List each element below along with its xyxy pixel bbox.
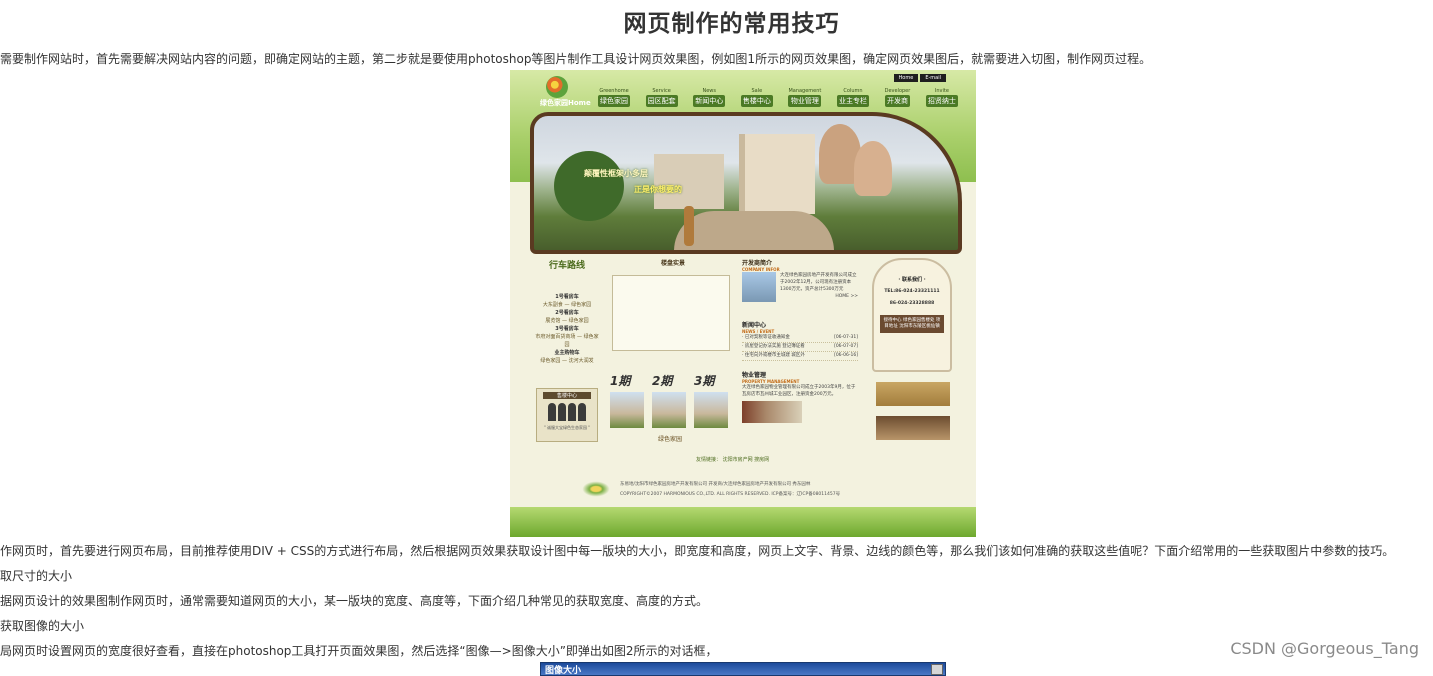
paragraph-intro: 当需要制作网站时，首先需要解决网站内容的问题，即确定网站的主题，第二步就是要使用… bbox=[0, 52, 1152, 66]
news-center: 新闻中心 NEWS / EVENT · 已对契税等证收通知金 [06-07-31]… bbox=[742, 320, 858, 361]
article-title: 网页制作的常用技巧 bbox=[623, 11, 840, 37]
route-heading: 行车路线 bbox=[548, 261, 585, 271]
figure-2-image-size-dialog: 图像大小 bbox=[540, 662, 946, 676]
route-line: 1号看房车 bbox=[555, 294, 579, 300]
phase-thumb: 2期 bbox=[652, 372, 688, 428]
deer-statue bbox=[684, 206, 694, 246]
footer-logo-icon bbox=[580, 480, 612, 498]
news-item: · 房屋登记办法实施 登记簿证看 [06-07-07] bbox=[742, 343, 858, 352]
phase-thumbnails: 1期 2期 3期 bbox=[610, 372, 730, 428]
mockup-nav-item: Invite 招贤纳士 bbox=[925, 88, 958, 107]
property-management: 物业管理 PROPERTY MANAGEMENT 大连绿色家园物业管理有限公司成… bbox=[742, 370, 858, 423]
real-scene-placeholder bbox=[612, 275, 730, 351]
paragraph-layout: 制作网页时，首先要进行网页布局，目前推荐使用DIV + CSS的方式进行布局，然… bbox=[0, 544, 1395, 558]
route-line: 3号看房车 bbox=[555, 326, 579, 332]
contact-heading: · 联系我们 · bbox=[898, 277, 926, 283]
banner-path bbox=[674, 211, 834, 250]
contact-address: 接待中心 绿色家园售楼处 项目地址 沈阳市东陵区桃仙镇 bbox=[880, 315, 944, 333]
contact-box: · 联系我们 · TEL:86-024-23321111 86-024-2332… bbox=[872, 258, 952, 372]
property-text: 大连绿色家园物业管理有限公司成立于2003年9月，位于瓦房店市瓦州城工业园区，注… bbox=[742, 385, 856, 397]
banner-building bbox=[739, 134, 815, 214]
contact-tel: TEL:86-024-23321111 bbox=[884, 289, 940, 294]
banner-person bbox=[854, 141, 892, 196]
mockup-route-column: 行车路线 1号看房车 大东副食 — 绿色家园 2号看房车 展览馆 — 绿色家园 … bbox=[534, 258, 600, 365]
route-line: 绿色家园 — 沈河大润发 bbox=[540, 358, 594, 364]
news-heading: 新闻中心 bbox=[742, 322, 767, 329]
mockup-banner-button bbox=[876, 382, 950, 406]
property-photo bbox=[742, 401, 802, 423]
watermark: CSDN @Gorgeous_Tang bbox=[1230, 639, 1419, 658]
mockup-nav-item: Greenhome 绿色家园 bbox=[598, 88, 630, 107]
paragraph-image-size: 布局网页时设置网页的宽度很好查看，直接在photoshop工具打开页面效果图，然… bbox=[0, 644, 718, 658]
property-heading: 物业管理 bbox=[742, 372, 767, 379]
contact-tel: 86-024-23328888 bbox=[889, 301, 935, 306]
contact-column: · 联系我们 · TEL:86-024-23321111 86-024-2332… bbox=[872, 258, 952, 372]
company-info: 开发商简介 COMPANY INFOR 大连绿色家园房地产开发有限公司成立于20… bbox=[742, 258, 858, 302]
mockup-email-link: E-mail bbox=[920, 74, 946, 82]
sales-center-card: 售楼中心 " 诚服大宝绿色生态家园 " bbox=[536, 388, 598, 442]
mockup-nav-item: Service 园区配套 bbox=[645, 88, 678, 107]
news-item: · 已对契税等证收通知金 [06-07-31] bbox=[742, 334, 858, 343]
banner-building bbox=[654, 154, 724, 209]
paragraph-size: 根据网页设计的效果图制作网页时，通常需要知道网页的大小，某一版块的宽度、高度等，… bbox=[0, 594, 709, 608]
mockup-nav-item: Developer 开发商 bbox=[884, 88, 911, 107]
mockup-grass-footer bbox=[510, 507, 976, 537]
phase-thumb: 1期 bbox=[610, 372, 646, 428]
friend-links: 友情链接： 沈阳市房产网 搜房网 bbox=[696, 457, 770, 463]
route-line: 展览馆 — 绿色家园 bbox=[545, 318, 589, 324]
mockup-nav-item: News 新闻中心 bbox=[693, 88, 726, 107]
route-line: 2号看房车 bbox=[555, 310, 579, 316]
mockup-banner-button bbox=[876, 416, 950, 440]
route-line: 大东副食 — 绿色家园 bbox=[542, 302, 592, 308]
mockup-nav: Greenhome 绿色家园 Service 园区配套 News 新闻中心 Sale 售… bbox=[598, 88, 958, 107]
real-scene-heading: 楼盘实景 bbox=[660, 260, 685, 267]
mockup-logo-text: 绿色家园Home bbox=[540, 99, 591, 107]
footer-line: COPYRIGHT©2007 HARMONIOUS CO.,LTD. ALL R… bbox=[620, 492, 841, 497]
mockup-nav-item: Sale 售楼中心 bbox=[740, 88, 773, 107]
mockup-nav-item: Management 物业管理 bbox=[788, 88, 822, 107]
mockup-footer: 东易地/沈阳市绿色家园房地产开发有限公司 开发商/大连绿色家园房地产开发有限公司… bbox=[580, 480, 840, 500]
company-heading: 开发商简介 bbox=[742, 260, 773, 267]
route-line: 市府对面百货商场 — 绿色家园 bbox=[535, 334, 599, 348]
banner-tree bbox=[554, 151, 624, 221]
banner-slogan: 颠覆性框架小多层 bbox=[584, 169, 648, 178]
mockup-logo: 绿色家园Home bbox=[534, 76, 594, 110]
section-heading: 获取尺寸的大小 bbox=[0, 569, 73, 583]
tree-logo-icon bbox=[546, 76, 568, 98]
sales-center-caption: " 诚服大宝绿色生态家园 " bbox=[543, 425, 591, 430]
mockup-top-links: Home E-mail bbox=[893, 74, 946, 82]
sales-center-title: 售楼中心 bbox=[543, 392, 591, 399]
staff-photo bbox=[537, 403, 597, 421]
phase-thumb: 3期 bbox=[694, 372, 730, 428]
green-home-caption: 绿色家园 bbox=[658, 436, 683, 443]
route-line: 业主购物车 bbox=[554, 350, 580, 356]
mockup-banner: 颠覆性框架小多层 正是你想要的 bbox=[530, 112, 962, 254]
mockup-real-scene: 楼盘实景 bbox=[612, 258, 734, 351]
company-photo bbox=[742, 272, 776, 302]
footer-line: 东易地/沈阳市绿色家园房地产开发有限公司 开发商/大连绿色家园房地产开发有限公司… bbox=[620, 482, 811, 487]
banner-slogan: 正是你想要的 bbox=[634, 185, 682, 194]
figure-1-website-mockup: Home E-mail 绿色家园Home Greenhome 绿色家园 Servi… bbox=[510, 70, 976, 537]
news-item: · 住宅向外或楼市主城建 城区外 [06-06-16] bbox=[742, 352, 858, 361]
mockup-home-link: Home bbox=[893, 74, 919, 82]
subsection-heading: 、获取图像的大小 bbox=[0, 619, 85, 633]
mockup-nav-item: Column 业主专栏 bbox=[836, 88, 869, 107]
